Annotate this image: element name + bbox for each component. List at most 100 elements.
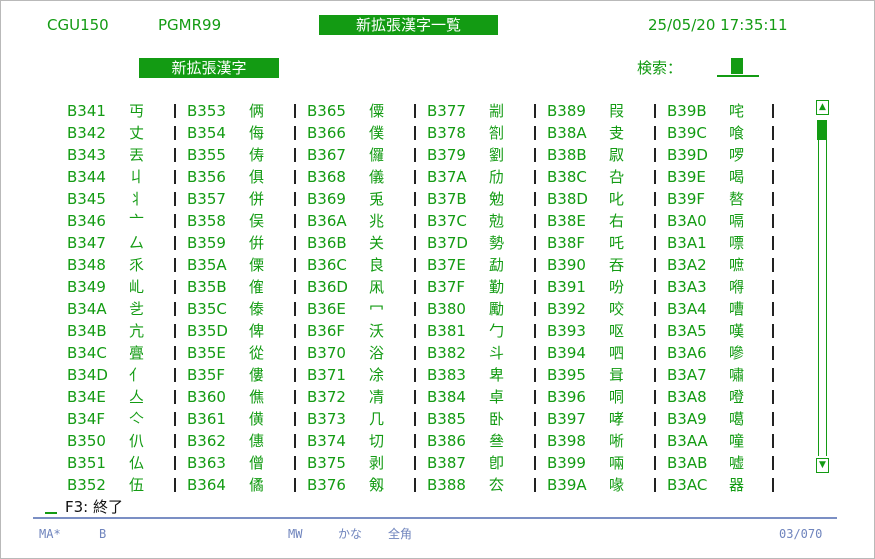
kanji-glyph: 几 (369, 410, 385, 428)
kanji-glyph: 勵 (489, 300, 505, 318)
kanji-code: B399 (547, 454, 586, 472)
kanji-glyph: 嘚 (729, 278, 745, 296)
kanji-code: B36D (307, 278, 348, 296)
kanji-code: B347 (67, 234, 106, 252)
table-row: B341 丏 B353 俩 B365 僳 B377 剬 B389 叚 B39B 咤 (1, 100, 874, 122)
kanji-glyph: 傈 (249, 256, 265, 274)
kanji-code: B345 (67, 190, 106, 208)
column-separator (654, 280, 656, 294)
f3-key[interactable]: F3: (65, 498, 88, 516)
column-separator (294, 258, 296, 272)
scroll-down-button[interactable]: ▼ (816, 458, 829, 473)
column-separator (654, 104, 656, 118)
kanji-code: B383 (427, 366, 466, 384)
kanji-glyph: 喰 (729, 124, 745, 142)
column-separator (772, 148, 774, 162)
search-cursor (731, 58, 743, 74)
kanji-glyph: 兆 (369, 212, 385, 230)
kanji-code: B395 (547, 366, 586, 384)
kanji-code: B351 (67, 454, 106, 472)
kanji-glyph: 冖 (369, 300, 385, 318)
column-separator (174, 192, 176, 206)
command-cursor[interactable] (45, 512, 57, 514)
column-separator (414, 456, 416, 470)
column-separator (174, 324, 176, 338)
kanji-glyph: 嘘 (729, 454, 745, 472)
kanji-code: B378 (427, 124, 466, 142)
column-separator (654, 368, 656, 382)
column-separator (654, 478, 656, 492)
column-separator (534, 368, 536, 382)
kanji-code: B36C (307, 256, 347, 274)
scrollbar-thumb[interactable] (817, 120, 827, 140)
status-page: 03/070 (779, 527, 823, 541)
column-separator (534, 148, 536, 162)
kanji-glyph: 嘇 (729, 344, 745, 362)
scrollbar-rail-right (826, 140, 827, 456)
kanji-glyph: 啰 (729, 146, 745, 164)
kanji-glyph: 俣 (249, 212, 265, 230)
kanji-glyph: 噇 (729, 432, 745, 450)
table-row: B34C 亹 B35E 從 B370 浴 B382 斗 B394 呬 B3A6 嘇 (1, 342, 874, 364)
kanji-code: B382 (427, 344, 466, 362)
kanji-code: B361 (187, 410, 226, 428)
column-separator (414, 258, 416, 272)
status-divider (33, 517, 837, 519)
column-separator (654, 456, 656, 470)
f3-action[interactable]: 終了 (93, 498, 123, 516)
column-separator (294, 126, 296, 140)
column-separator (534, 324, 536, 338)
kanji-glyph: 厶 (129, 234, 145, 252)
kanji-glyph: 倂 (249, 234, 265, 252)
kanji-code: B34D (67, 366, 108, 384)
kanji-code: B34B (67, 322, 107, 340)
table-row: B34F 亽 B361 僙 B373 几 B385 卧 B397 哮 B3A9 噶 (1, 408, 874, 430)
column-separator (534, 302, 536, 316)
kanji-glyph: 嗸 (729, 190, 745, 208)
column-separator (294, 148, 296, 162)
kanji-glyph: 良 (369, 256, 385, 274)
kanji-glyph: 叴 (609, 168, 625, 186)
column-separator (414, 412, 416, 426)
kanji-code: B3A1 (667, 234, 707, 252)
column-separator (772, 236, 774, 250)
kanji-glyph: 俦 (249, 146, 265, 164)
column-separator (654, 126, 656, 140)
kanji-glyph: 丈 (129, 124, 145, 142)
kanji-code: B369 (307, 190, 346, 208)
kanji-glyph: 勐 (489, 256, 505, 274)
column-separator (174, 302, 176, 316)
kanji-code: B3AB (667, 454, 708, 472)
kanji-code: B373 (307, 410, 346, 428)
column-separator (654, 324, 656, 338)
kanji-glyph: 僧 (249, 454, 265, 472)
kanji-code: B36E (307, 300, 346, 318)
kanji-glyph: 叚 (609, 102, 625, 120)
kanji-glyph: 啢 (609, 454, 625, 472)
table-row: B344 丩 B356 俱 B368 儀 B37A 劤 B38C 叴 B39E 喝 (1, 166, 874, 188)
kanji-glyph: 仏 (129, 454, 145, 472)
column-separator (174, 104, 176, 118)
column-separator (534, 170, 536, 184)
column-separator (174, 456, 176, 470)
scrollbar[interactable]: ▲ ▼ (816, 100, 830, 474)
kanji-glyph: 噶 (729, 410, 745, 428)
table-row: B34A 乧 B35C 傣 B36E 冖 B380 勵 B392 咬 B3A4 嘈 (1, 298, 874, 320)
column-separator (534, 236, 536, 250)
scroll-up-button[interactable]: ▲ (816, 100, 829, 115)
kanji-glyph: 仈 (129, 432, 145, 450)
kanji-glyph: 叄 (489, 432, 505, 450)
kanji-code: B35E (187, 344, 226, 362)
column-separator (414, 236, 416, 250)
kanji-glyph: 劉 (489, 146, 505, 164)
status-width: 全角 (388, 527, 413, 541)
kanji-glyph: 吩 (609, 278, 625, 296)
kanji-code: B366 (307, 124, 346, 142)
status-input-mode: MW (288, 527, 303, 541)
column-separator (654, 148, 656, 162)
kanji-code: B341 (67, 102, 106, 120)
column-separator (414, 280, 416, 294)
column-separator (174, 214, 176, 228)
kanji-code: B376 (307, 476, 346, 494)
kanji-code: B34C (67, 344, 107, 362)
